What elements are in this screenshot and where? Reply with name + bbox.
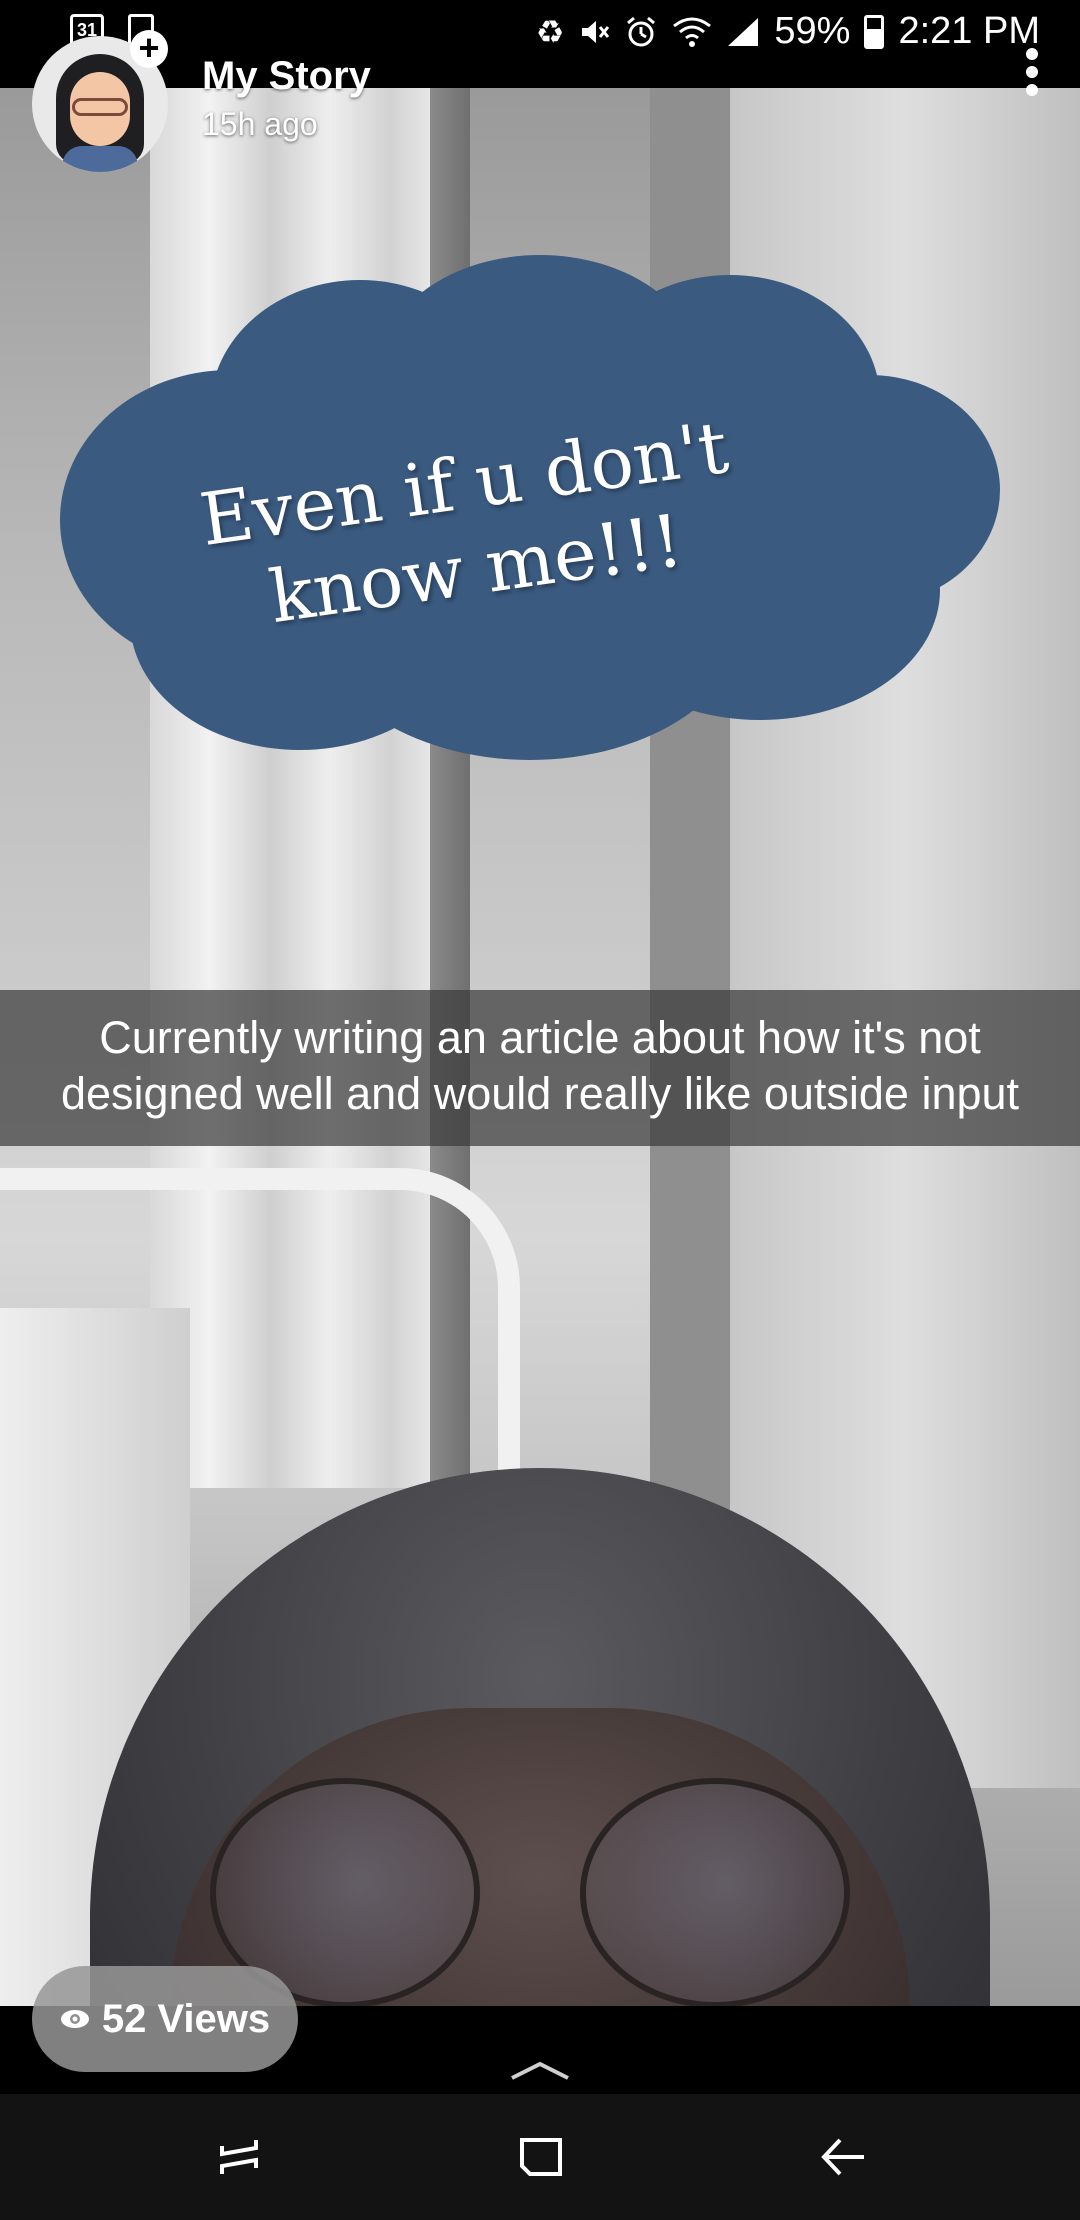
- alarm-icon: [627, 16, 656, 46]
- glasses-lens-right: [580, 1778, 850, 2006]
- story-title: My Story: [202, 54, 371, 98]
- recycle-icon: ♻: [535, 13, 565, 50]
- battery-percent: 59%: [774, 10, 851, 52]
- story-timestamp: 15h ago: [202, 106, 318, 142]
- avatar-shirt: [62, 146, 138, 172]
- views-count: 52 Views: [101, 1996, 271, 2041]
- recent-apps-icon[interactable]: [214, 2132, 264, 2182]
- back-icon[interactable]: [818, 2132, 868, 2182]
- avatar-glasses: [72, 98, 128, 116]
- wifi-icon: [673, 17, 712, 47]
- clock: 2:21 PM: [898, 10, 1040, 52]
- views-button[interactable]: 52 Views: [32, 1966, 298, 2072]
- eye-icon: [60, 2010, 89, 2028]
- more-vertical-icon[interactable]: [1022, 48, 1042, 100]
- caption-bar: Currently writing an article about how i…: [0, 990, 1080, 1146]
- caption-line-1: Currently writing an article about how i…: [99, 1012, 981, 1063]
- chevron-up-icon[interactable]: [510, 2058, 570, 2082]
- mute-icon: [582, 20, 610, 43]
- battery-icon: [864, 14, 885, 49]
- add-snap-badge[interactable]: +: [130, 30, 168, 68]
- home-icon[interactable]: [516, 2132, 566, 2182]
- status-right-icons: ♻ 59% 2:21 PM: [536, 10, 1040, 53]
- signal-icon: [728, 17, 759, 46]
- caption-line-2: designed well and would really like outs…: [60, 1068, 1020, 1119]
- navigation-bar: [0, 2094, 1080, 2220]
